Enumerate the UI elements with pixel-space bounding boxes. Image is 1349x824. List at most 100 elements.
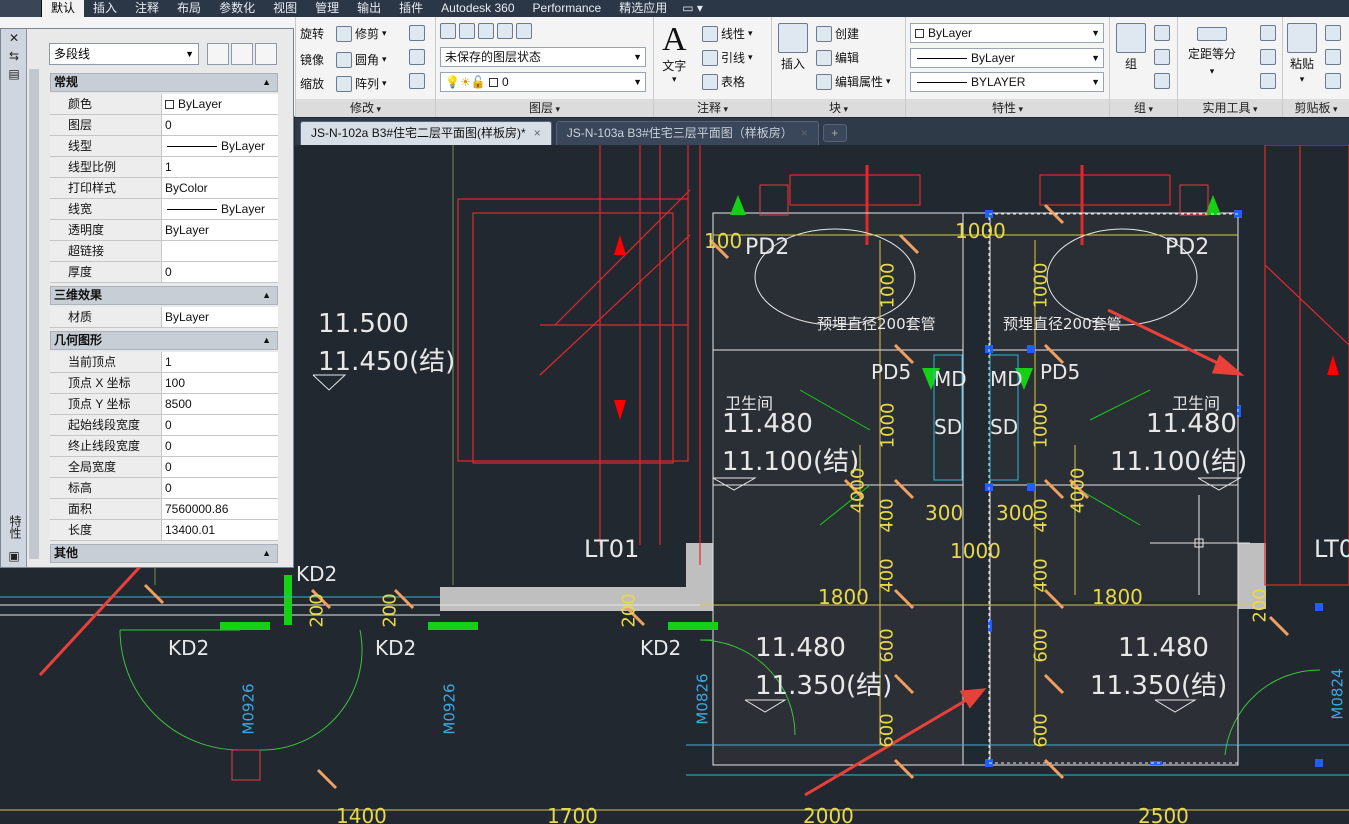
property-row[interactable]: 超链接 bbox=[50, 241, 278, 262]
auto-hide-icon[interactable]: ⇆ bbox=[7, 49, 21, 63]
new-tab-button[interactable]: + bbox=[822, 124, 847, 142]
linetype-select[interactable]: ByLayer ▼ bbox=[910, 48, 1104, 68]
property-row[interactable]: 顶点 X 坐标 100 bbox=[50, 373, 278, 394]
property-value[interactable]: 8500 bbox=[162, 394, 278, 414]
close-icon[interactable]: × bbox=[534, 126, 541, 140]
property-value[interactable]: ByLayer bbox=[162, 307, 278, 327]
property-value[interactable]: ByLayer bbox=[162, 94, 278, 114]
tab-performance[interactable]: Performance bbox=[524, 0, 611, 17]
section-header[interactable]: 几何图形 bbox=[50, 331, 278, 350]
section-header[interactable]: 常规 bbox=[50, 73, 278, 92]
fillet-button[interactable]: 圆角 ▾ bbox=[336, 51, 387, 68]
property-value[interactable]: 0 bbox=[162, 115, 278, 135]
property-row[interactable]: 标高 0 bbox=[50, 478, 278, 499]
tab-annotate[interactable]: 注释 bbox=[126, 0, 168, 17]
property-row[interactable]: 全局宽度 0 bbox=[50, 457, 278, 478]
property-row[interactable]: 厚度 0 bbox=[50, 262, 278, 283]
group-select-button[interactable] bbox=[1154, 73, 1170, 89]
property-row[interactable]: 图层 0 bbox=[50, 115, 278, 136]
property-value[interactable]: 1 bbox=[162, 157, 278, 177]
annotation-panel-title[interactable]: 注释 bbox=[654, 99, 771, 117]
tab-output[interactable]: 输出 bbox=[348, 0, 390, 17]
property-row[interactable]: 终止线段宽度 0 bbox=[50, 436, 278, 457]
group-button[interactable]: 组 bbox=[1116, 23, 1146, 72]
property-row[interactable]: 当前顶点 1 bbox=[50, 352, 278, 373]
toggle-pickadd-icon[interactable] bbox=[207, 43, 229, 65]
tab-default[interactable]: 默认 bbox=[42, 0, 85, 17]
select-objects-icon[interactable] bbox=[231, 43, 253, 65]
edit-attributes-button[interactable]: 编辑属性 ▾ bbox=[816, 73, 891, 90]
property-row[interactable]: 透明度 ByLayer bbox=[50, 220, 278, 241]
layer-tools-row[interactable] bbox=[440, 23, 532, 39]
stretch-button[interactable] bbox=[409, 73, 425, 89]
layer-select[interactable]: 💡☀🔓 0 ▼ bbox=[440, 72, 646, 92]
modify-panel-title[interactable]: 修改 bbox=[296, 99, 435, 117]
scale-button[interactable]: 缩放 bbox=[300, 75, 324, 92]
palette-title-strip[interactable]: ✕ ⇆ ▤ 特性 ▣ bbox=[1, 29, 27, 567]
palette-properties-icon[interactable]: ▤ bbox=[7, 67, 21, 81]
property-value[interactable]: 1 bbox=[162, 352, 278, 372]
quick-select-icon[interactable] bbox=[255, 43, 277, 65]
property-value[interactable]: 7560000.86 bbox=[162, 499, 278, 519]
tab-manage[interactable]: 管理 bbox=[306, 0, 348, 17]
property-row[interactable]: 线型 ByLayer bbox=[50, 136, 278, 157]
match-properties-button[interactable] bbox=[1325, 73, 1341, 89]
property-value[interactable]: 0 bbox=[162, 457, 278, 477]
property-value[interactable] bbox=[162, 241, 278, 261]
ribbon-options-icon[interactable]: ▭ ▾ bbox=[676, 0, 709, 17]
property-row[interactable]: 线宽 ByLayer bbox=[50, 199, 278, 220]
cut-button[interactable] bbox=[1325, 25, 1341, 41]
property-row[interactable]: 材质 ByLayer bbox=[50, 307, 278, 328]
application-menu-button[interactable] bbox=[0, 0, 42, 17]
object-type-select[interactable]: 多段线 ▼ bbox=[49, 43, 199, 65]
clipboard-panel-title[interactable]: 剪贴板 bbox=[1283, 99, 1349, 117]
tab-featured-apps[interactable]: 精选应用 bbox=[610, 0, 676, 17]
mirror-button[interactable]: 镜像 bbox=[300, 51, 324, 68]
tab-parametric[interactable]: 参数化 bbox=[210, 0, 264, 17]
close-icon[interactable]: ✕ bbox=[7, 31, 21, 45]
layer-state-select[interactable]: 未保存的图层状态 ▼ bbox=[440, 47, 646, 67]
group-edit-button[interactable] bbox=[1154, 49, 1170, 65]
property-row[interactable]: 面积 7560000.86 bbox=[50, 499, 278, 520]
palette-menu-icon[interactable]: ▣ bbox=[7, 549, 21, 563]
doc-tab-103a[interactable]: JS-N-103a B3#住宅三层平面图（样板房） × bbox=[555, 121, 819, 145]
property-value[interactable]: 100 bbox=[162, 373, 278, 393]
property-value[interactable]: ByLayer bbox=[162, 220, 278, 240]
block-panel-title[interactable]: 块 bbox=[772, 99, 905, 117]
measure-button[interactable]: 定距等分 ▾ bbox=[1188, 27, 1236, 77]
group-panel-title[interactable]: 组 bbox=[1110, 99, 1177, 117]
insert-button[interactable]: 插入 bbox=[778, 23, 808, 72]
tab-insert[interactable]: 插入 bbox=[84, 0, 126, 17]
tab-view[interactable]: 视图 bbox=[264, 0, 306, 17]
edit-block-button[interactable]: 编辑 bbox=[816, 49, 859, 66]
doc-tab-102a[interactable]: JS-N-102a B3#住宅二层平面图(样板房)* × bbox=[300, 121, 552, 145]
property-row[interactable]: 打印样式 ByColor bbox=[50, 178, 278, 199]
create-block-button[interactable]: 创建 bbox=[816, 25, 859, 42]
quick-select-button[interactable] bbox=[1260, 25, 1276, 41]
tab-layout[interactable]: 布局 bbox=[168, 0, 210, 17]
property-row[interactable]: 起始线段宽度 0 bbox=[50, 415, 278, 436]
ungroup-button[interactable] bbox=[1154, 25, 1170, 41]
property-value[interactable]: 0 bbox=[162, 262, 278, 282]
section-header[interactable]: 其他 bbox=[50, 544, 278, 563]
array-button[interactable]: 阵列 ▾ bbox=[336, 75, 387, 92]
lineweight-select[interactable]: BYLAYER ▼ bbox=[910, 72, 1104, 92]
paste-button[interactable]: 粘贴 ▾ bbox=[1287, 23, 1317, 85]
property-value[interactable]: ByColor bbox=[162, 178, 278, 198]
close-icon[interactable]: × bbox=[801, 126, 808, 140]
palette-scrollbar[interactable] bbox=[29, 69, 39, 559]
utilities-panel-title[interactable]: 实用工具 bbox=[1178, 99, 1282, 117]
property-row[interactable]: 颜色 ByLayer bbox=[50, 94, 278, 115]
table-button[interactable]: 表格 bbox=[702, 73, 745, 90]
property-value[interactable]: 0 bbox=[162, 436, 278, 456]
copy-clip-button[interactable] bbox=[1325, 49, 1341, 65]
tab-plugins[interactable]: 插件 bbox=[390, 0, 432, 17]
leader-button[interactable]: 引线 ▾ bbox=[702, 49, 753, 66]
select-all-button[interactable] bbox=[1260, 49, 1276, 65]
tab-autodesk-360[interactable]: Autodesk 360 bbox=[432, 0, 523, 17]
layers-panel-title[interactable]: 图层 bbox=[436, 99, 653, 117]
properties-panel-title[interactable]: 特性 bbox=[906, 99, 1109, 117]
color-select[interactable]: ByLayer ▼ bbox=[910, 23, 1104, 43]
section-header[interactable]: 三维效果 bbox=[50, 286, 278, 305]
copy-modify-button[interactable] bbox=[409, 49, 425, 65]
